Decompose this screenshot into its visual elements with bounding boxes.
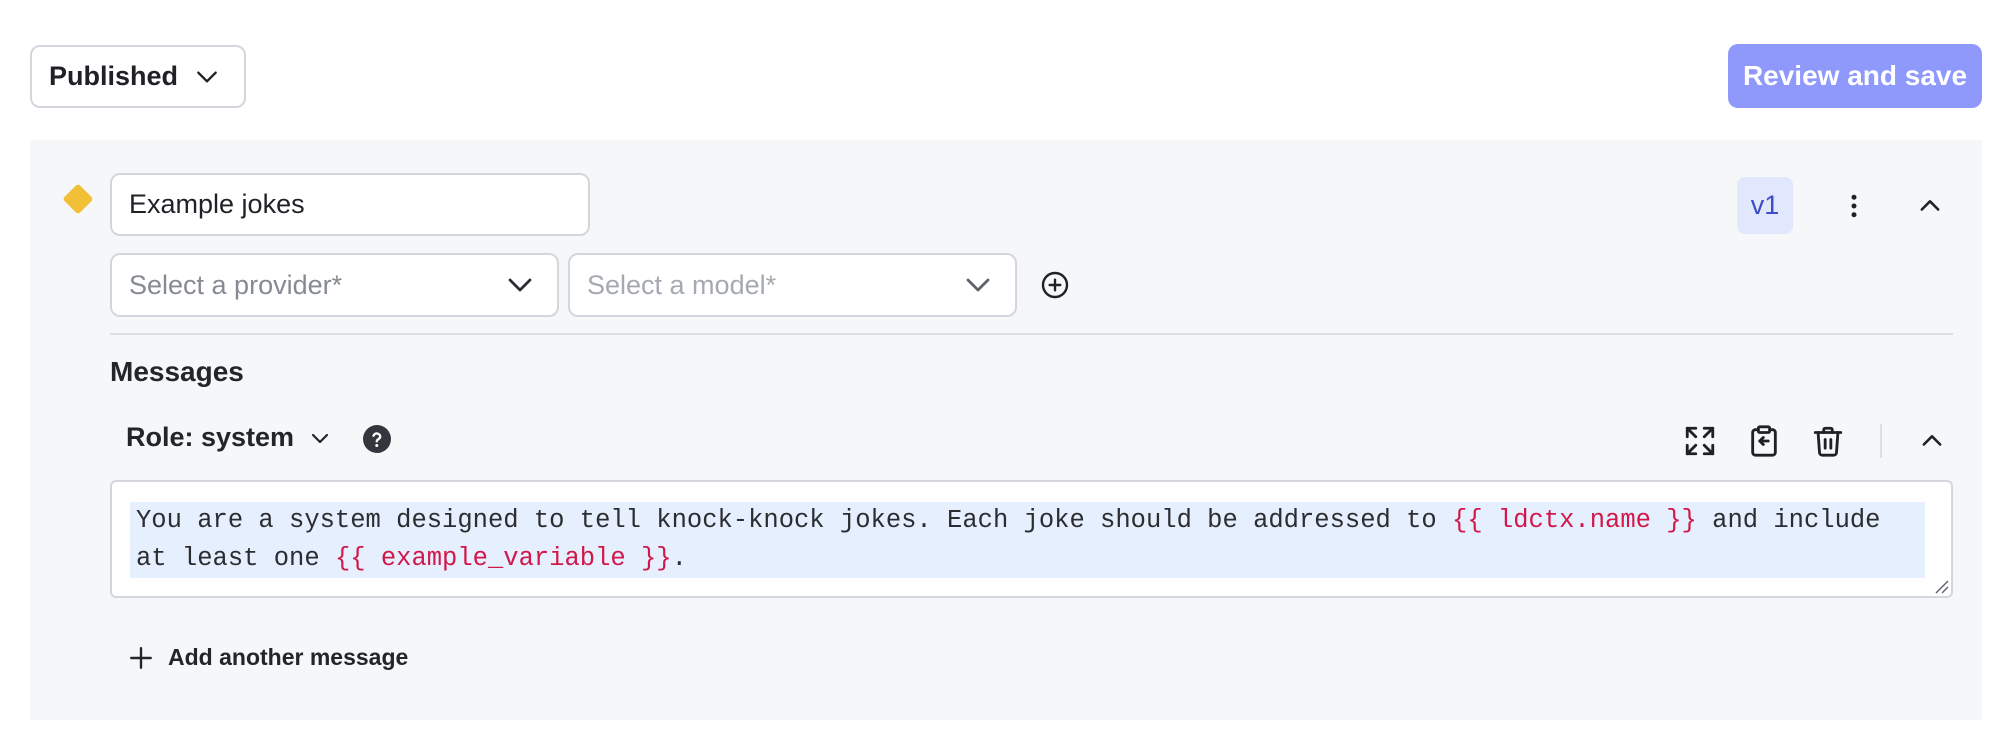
variation-name-input[interactable]: Example jokes <box>110 173 590 236</box>
more-options-button[interactable] <box>1834 186 1874 226</box>
message-content[interactable]: You are a system designed to tell knock-… <box>130 502 1925 578</box>
chevron-down-icon <box>311 433 329 443</box>
resize-handle-icon[interactable] <box>1933 578 1949 594</box>
collapse-variation-button[interactable] <box>1910 186 1950 226</box>
copy-message-button[interactable] <box>1744 421 1784 461</box>
help-icon[interactable] <box>363 425 391 453</box>
section-divider <box>110 333 1953 335</box>
model-placeholder: Select a model* <box>587 269 777 300</box>
template-variable: {{ example_variable }} <box>334 544 672 573</box>
expand-editor-button[interactable] <box>1680 421 1720 461</box>
trash-icon <box>1813 426 1843 457</box>
chevron-down-icon <box>966 278 990 292</box>
review-and-save-button[interactable]: Review and save <box>1728 44 1982 108</box>
variation-name-value: Example jokes <box>129 189 305 219</box>
template-variable: {{ ldctx.name }} <box>1452 506 1697 535</box>
model-select[interactable]: Select a model* <box>568 253 1017 317</box>
provider-select[interactable]: Select a provider* <box>110 253 559 317</box>
add-another-message-button[interactable]: Add another message <box>128 644 408 671</box>
plus-circle-icon <box>1041 271 1069 299</box>
message-text-segment: . <box>671 544 687 573</box>
add-message-label: Add another message <box>168 644 409 670</box>
role-select[interactable]: Role: system <box>126 422 332 453</box>
collapse-message-button[interactable] <box>1912 421 1952 461</box>
messages-heading: Messages <box>110 356 244 387</box>
message-text-segment: You are a system designed to tell knock-… <box>136 506 1453 535</box>
copy-clipboard-icon <box>1751 425 1777 457</box>
chevron-up-icon <box>1920 200 1940 211</box>
add-parameter-button[interactable] <box>1036 266 1074 304</box>
message-editor[interactable]: You are a system designed to tell knock-… <box>110 480 1953 598</box>
chevron-down-icon <box>197 70 217 83</box>
chevron-down-icon <box>508 278 532 292</box>
status-dropdown[interactable]: Published <box>30 45 246 108</box>
version-badge: v1 <box>1737 177 1793 234</box>
delete-message-button[interactable] <box>1808 421 1848 461</box>
status-label: Published <box>49 61 179 91</box>
plus-icon <box>130 646 152 669</box>
expand-icon <box>1685 426 1715 456</box>
more-vertical-icon <box>1851 194 1857 218</box>
chevron-up-icon <box>1922 435 1942 446</box>
toolbar-separator <box>1880 424 1882 458</box>
provider-placeholder: Select a provider* <box>129 269 343 300</box>
role-label: Role: system <box>126 422 295 452</box>
